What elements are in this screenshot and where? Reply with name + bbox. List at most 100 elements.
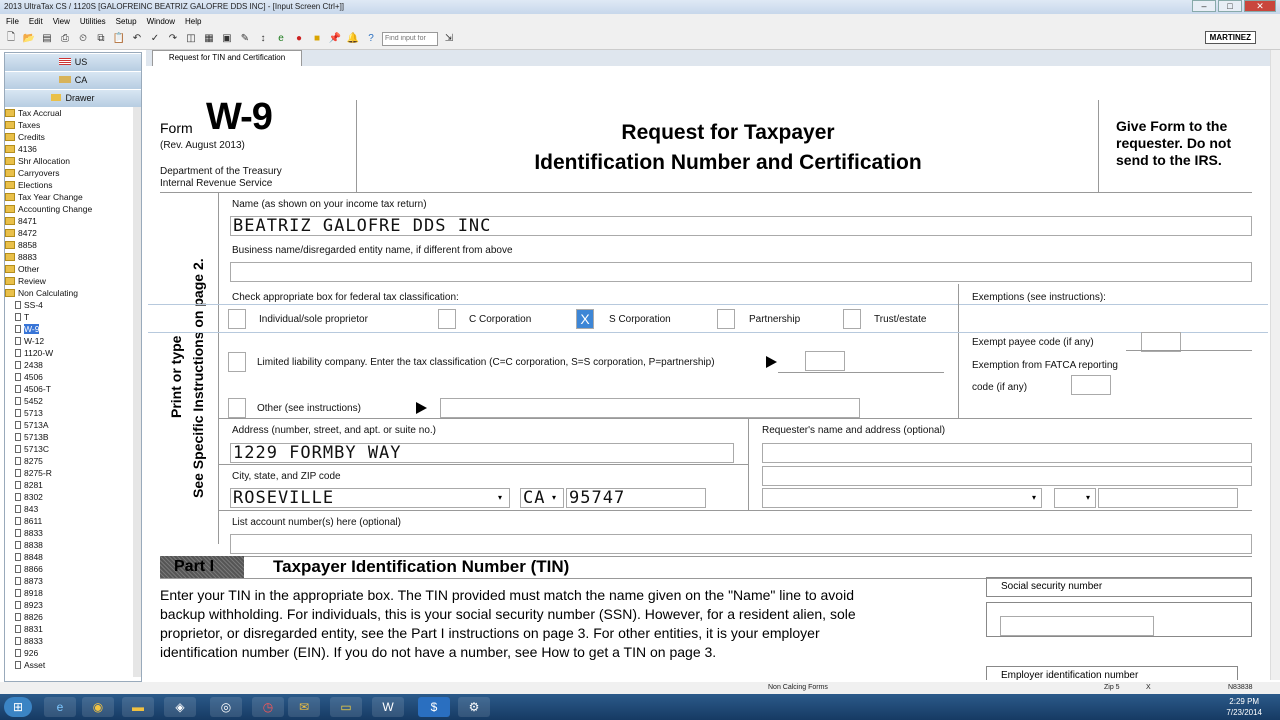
tree-doc[interactable]: 5713: [5, 407, 133, 419]
open-icon[interactable]: 📂: [22, 32, 36, 46]
sidebar-scrollbar[interactable]: [133, 107, 141, 677]
tree-doc[interactable]: 8826: [5, 611, 133, 623]
requester-address-field[interactable]: [762, 466, 1252, 486]
tree-doc[interactable]: W-12: [5, 335, 133, 347]
requester-city-dropdown-icon[interactable]: ▾: [1032, 493, 1036, 502]
tree-doc-selected[interactable]: W-9: [5, 323, 133, 335]
web-icon[interactable]: e: [274, 32, 288, 46]
tree-doc[interactable]: 8848: [5, 551, 133, 563]
tab-request-tin[interactable]: Request for TIN and Certification: [152, 50, 302, 66]
tree-doc[interactable]: Asset: [5, 659, 133, 671]
pin-icon[interactable]: 📌: [328, 32, 342, 46]
tree-doc[interactable]: SS-4: [5, 299, 133, 311]
llc-classification-field[interactable]: [805, 351, 845, 371]
tree-doc[interactable]: 8833: [5, 635, 133, 647]
menu-view[interactable]: View: [53, 17, 70, 26]
tree-doc[interactable]: 8302: [5, 491, 133, 503]
tree-doc[interactable]: 2438: [5, 359, 133, 371]
find-input[interactable]: [382, 31, 438, 46]
tree-folder[interactable]: 8472: [5, 227, 133, 239]
requester-city-field[interactable]: [762, 488, 1042, 508]
account-field[interactable]: [230, 534, 1252, 554]
print-icon[interactable]: ⎙: [58, 32, 72, 46]
tree-doc[interactable]: 8833: [5, 527, 133, 539]
sidebar-button-ca[interactable]: CA: [5, 72, 141, 89]
tree-doc[interactable]: 5452: [5, 395, 133, 407]
tools-icon[interactable]: ⚙: [458, 697, 490, 717]
business-name-field[interactable]: [230, 262, 1252, 282]
tree-folder[interactable]: Other: [5, 263, 133, 275]
tree-doc[interactable]: 926: [5, 647, 133, 659]
tree-doc[interactable]: 8281: [5, 479, 133, 491]
tree-folder[interactable]: Review: [5, 275, 133, 287]
client-icon[interactable]: ▤: [40, 32, 54, 46]
tree-doc[interactable]: 5713A: [5, 419, 133, 431]
ultratax-icon[interactable]: $: [418, 697, 450, 717]
tree-doc[interactable]: 8611: [5, 515, 133, 527]
form-scrollbar[interactable]: [1270, 50, 1280, 680]
menu-help[interactable]: Help: [185, 17, 201, 26]
arrow-icon[interactable]: ↕: [256, 32, 270, 46]
ie-icon[interactable]: e: [44, 697, 76, 717]
menu-setup[interactable]: Setup: [116, 17, 137, 26]
maximize-button[interactable]: □: [1218, 0, 1242, 12]
clock-app-icon[interactable]: ◷: [252, 697, 284, 717]
notes-icon[interactable]: ▭: [330, 697, 362, 717]
exempt-payee-field[interactable]: [1141, 332, 1181, 352]
tree-folder[interactable]: 4136: [5, 143, 133, 155]
start-icon[interactable]: ⊞: [4, 697, 32, 717]
tree-doc[interactable]: 8275-R: [5, 467, 133, 479]
other-checkbox[interactable]: [228, 398, 246, 418]
tree-folder[interactable]: Shr Allocation: [5, 155, 133, 167]
name-field[interactable]: BEATRIZ GALOFRE DDS INC: [230, 216, 1252, 236]
other-field[interactable]: [440, 398, 860, 418]
check-icon[interactable]: ✓: [148, 32, 162, 46]
menu-utilities[interactable]: Utilities: [80, 17, 106, 26]
sidebar-button-us[interactable]: US: [5, 54, 141, 71]
menu-file[interactable]: File: [6, 17, 19, 26]
tree-folder[interactable]: Elections: [5, 179, 133, 191]
tree-folder[interactable]: Carryovers: [5, 167, 133, 179]
folder-icon[interactable]: ■: [310, 32, 324, 46]
app-icon[interactable]: ◈: [164, 697, 196, 717]
find-go-icon[interactable]: ⇲: [442, 32, 456, 46]
llc-checkbox[interactable]: [228, 352, 246, 372]
search-app-icon[interactable]: ◎: [210, 697, 242, 717]
tree-doc[interactable]: 843: [5, 503, 133, 515]
tree-doc[interactable]: 8866: [5, 563, 133, 575]
ssn-field[interactable]: [1000, 616, 1154, 636]
view-icon[interactable]: ◫: [184, 32, 198, 46]
user-badge[interactable]: MARTINEZ: [1204, 31, 1256, 44]
tree-folder[interactable]: Taxes: [5, 119, 133, 131]
state-dropdown-icon[interactable]: ▾: [552, 493, 556, 502]
tree-folder[interactable]: 8883: [5, 251, 133, 263]
system-clock[interactable]: 2:29 PM 7/23/2014: [1226, 696, 1262, 718]
copy-icon[interactable]: ⧉: [94, 32, 108, 46]
edit-icon[interactable]: ✎: [238, 32, 252, 46]
tree-folder[interactable]: Tax Accrual: [5, 107, 133, 119]
fatca-field[interactable]: [1071, 375, 1111, 395]
tree-doc[interactable]: 8873: [5, 575, 133, 587]
city-field[interactable]: ROSEVILLE: [230, 488, 510, 508]
tree-folder[interactable]: 8471: [5, 215, 133, 227]
tree-folder[interactable]: Tax Year Change: [5, 191, 133, 203]
new-icon[interactable]: 🗋: [4, 32, 18, 46]
tree-folder[interactable]: 8858: [5, 239, 133, 251]
menu-window[interactable]: Window: [147, 17, 175, 26]
tree-doc[interactable]: 1120-W: [5, 347, 133, 359]
tree-doc[interactable]: 5713B: [5, 431, 133, 443]
menu-edit[interactable]: Edit: [29, 17, 43, 26]
state-field[interactable]: CA: [520, 488, 564, 508]
close-button[interactable]: ✕: [1244, 0, 1276, 12]
chrome-icon[interactable]: ◉: [82, 697, 114, 717]
individual-checkbox[interactable]: [228, 309, 246, 329]
minimize-button[interactable]: –: [1192, 0, 1216, 12]
history-icon[interactable]: ⏲: [76, 32, 90, 46]
paste-icon[interactable]: 📋: [112, 32, 126, 46]
city-dropdown-icon[interactable]: ▾: [498, 493, 502, 502]
tree-folder[interactable]: Non Calculating: [5, 287, 133, 299]
calculator-icon[interactable]: ▦: [202, 32, 216, 46]
tree-doc[interactable]: T: [5, 311, 133, 323]
requester-zip-field[interactable]: [1098, 488, 1238, 508]
s-corporation-checkbox[interactable]: X: [576, 309, 594, 329]
